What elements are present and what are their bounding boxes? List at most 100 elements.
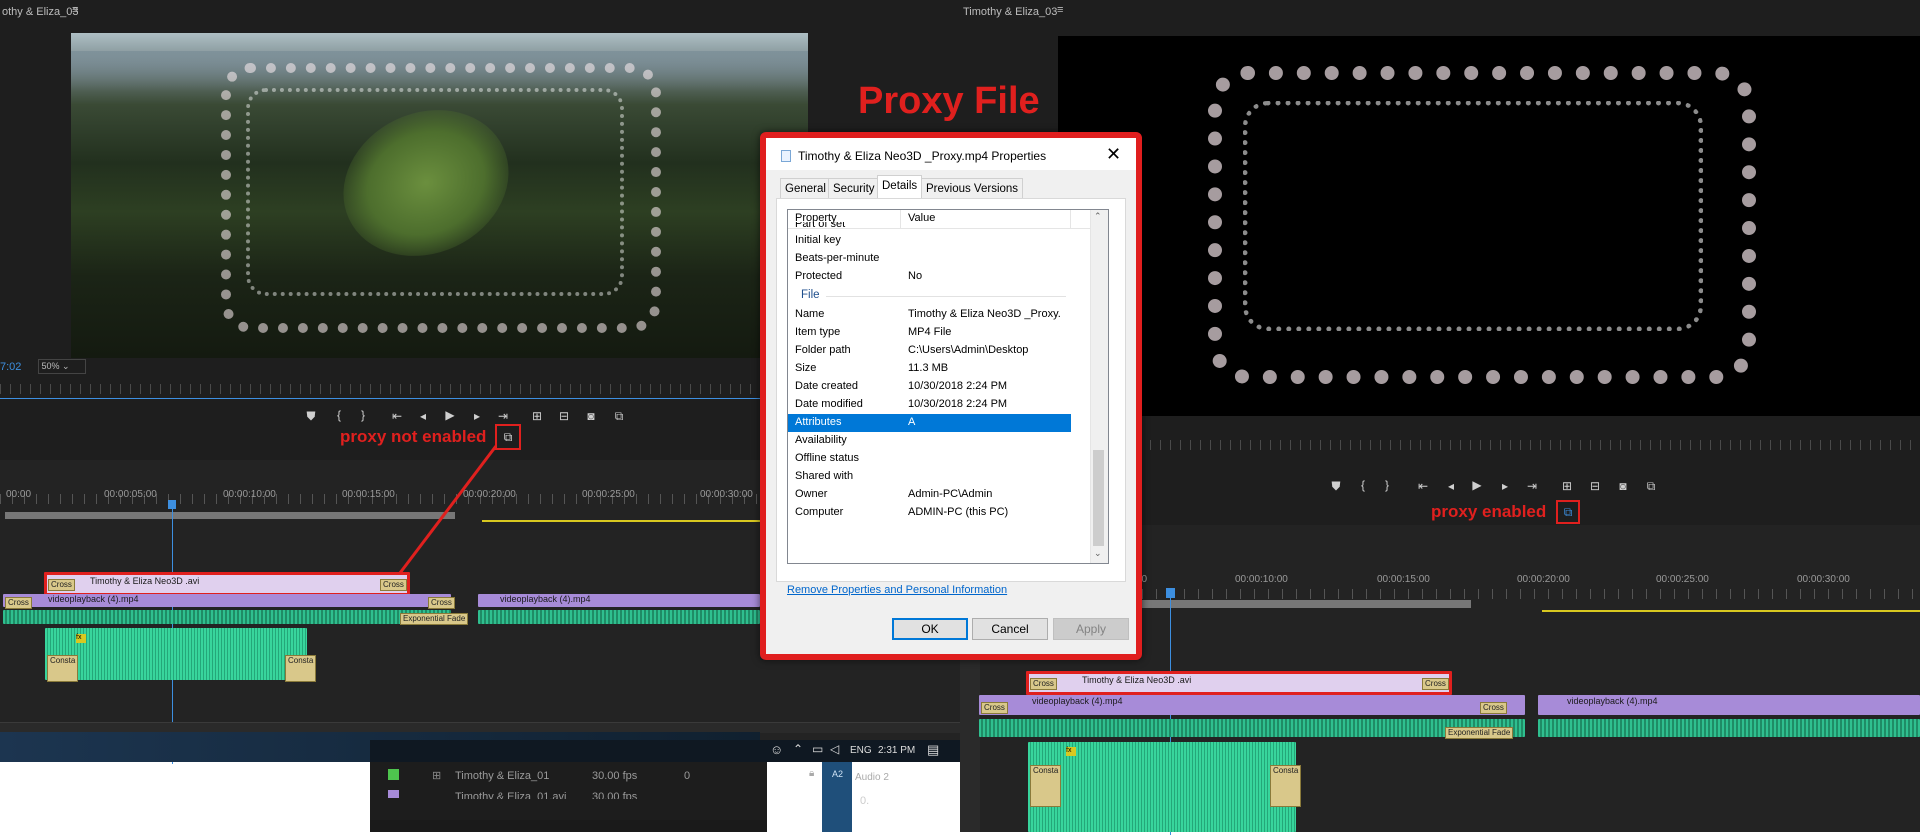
property-value: Admin-PC\Admin xyxy=(908,488,993,500)
sequence-icon: ⊞ xyxy=(432,770,442,782)
list-item[interactable]: Item type MP4 File xyxy=(788,324,1108,342)
property-key: Beats-per-minute xyxy=(795,252,880,264)
list-item[interactable]: Size 11.3 MB xyxy=(788,360,1108,378)
list-item[interactable]: Folder path C:\Users\Admin\Desktop xyxy=(788,342,1108,360)
fx-badge: fx xyxy=(1066,747,1076,756)
go-to-in-icon[interactable]: ⇤ xyxy=(1414,479,1432,493)
volume-icon[interactable]: ◁ xyxy=(830,742,839,756)
scroll-thumb[interactable] xyxy=(1093,450,1104,546)
toggle-proxy-button[interactable]: ⧉ xyxy=(1556,500,1580,524)
a1-clip-b[interactable] xyxy=(1538,719,1920,737)
right-video-frame xyxy=(1058,36,1920,416)
language-indicator[interactable]: ENG xyxy=(850,745,872,756)
property-value: No xyxy=(908,270,923,282)
playhead-head[interactable] xyxy=(1166,588,1175,598)
v2-clip-b-label: videoplayback (4).mp4 xyxy=(1567,696,1658,706)
property-key: Date created xyxy=(795,380,858,392)
list-item[interactable]: Beats-per-minute xyxy=(788,250,1108,268)
list-item[interactable]: Availability xyxy=(788,432,1108,450)
apply-button[interactable]: Apply xyxy=(1053,618,1129,640)
mark-out-icon[interactable]: } xyxy=(1378,478,1396,492)
camera-icon[interactable]: ◙ xyxy=(1614,479,1632,493)
people-icon[interactable]: ☺ xyxy=(770,742,783,757)
property-key: Part of set xyxy=(795,222,846,230)
property-value: ADMIN-PC (this PC) xyxy=(908,506,1009,518)
section-title: File xyxy=(801,289,820,301)
dialog-title: Timothy & Eliza Neo3D _Proxy.mp4 Propert… xyxy=(798,149,1047,163)
property-value: 10/30/2018 2:24 PM xyxy=(908,398,1008,410)
project-item-name[interactable]: Timothy & Eliza_01.avi xyxy=(455,791,566,799)
notification-icon[interactable]: ▤ xyxy=(927,742,939,758)
list-item[interactable]: Initial key xyxy=(788,232,1108,250)
details-list: Property Value Part of set Initial key B… xyxy=(787,209,1109,564)
list-item[interactable]: Offline status xyxy=(788,450,1108,468)
button-editor-icon[interactable]: ⧉ xyxy=(1642,479,1660,494)
tab-previous-versions[interactable]: Previous Versions xyxy=(921,178,1024,200)
audio-track-value: 0. xyxy=(860,795,870,807)
property-key: Shared with xyxy=(795,470,854,482)
clock[interactable]: 2:31 PM xyxy=(878,745,915,756)
property-key: Owner xyxy=(795,488,828,500)
list-item[interactable]: Part of set xyxy=(788,222,1108,230)
property-key: Offline status xyxy=(795,452,859,464)
property-key: Size xyxy=(795,362,817,374)
tab-security[interactable]: Security xyxy=(828,178,880,200)
section-header: File xyxy=(788,287,1108,305)
list-item[interactable]: Protected No xyxy=(788,268,1108,286)
property-key: Date modified xyxy=(795,398,863,410)
render-bar-yellow xyxy=(1542,610,1920,612)
lift-icon[interactable]: ⊞ xyxy=(1558,479,1576,493)
list-item[interactable]: Date created 10/30/2018 2:24 PM xyxy=(788,378,1108,396)
go-to-out-icon[interactable]: ⇥ xyxy=(1523,479,1541,493)
ruler-label: 00:00:25:00 xyxy=(1656,574,1709,585)
ruler-label: 00:00:10:00 xyxy=(1235,574,1288,585)
project-item-count: 0 xyxy=(684,770,691,782)
cross-tag: Cross xyxy=(1480,702,1507,714)
exp-fade-tag: Exponential Fade xyxy=(1445,727,1514,739)
project-bottom-toolbar xyxy=(370,820,767,832)
proxy-enabled-label: proxy enabled xyxy=(1431,502,1547,521)
file-icon xyxy=(781,150,791,162)
lock-icon[interactable]: 🔒︎ xyxy=(809,768,814,779)
ruler-label: 00:00:20:00 xyxy=(1517,574,1570,585)
close-icon[interactable]: ✕ xyxy=(1106,144,1121,165)
list-item[interactable]: Computer ADMIN-PC (this PC) xyxy=(788,504,1108,522)
section-divider xyxy=(826,296,1066,297)
remove-properties-link[interactable]: Remove Properties and Personal Informati… xyxy=(787,584,1007,596)
scroll-up-icon[interactable]: ⌃ xyxy=(1094,211,1102,222)
tab-general[interactable]: General xyxy=(780,178,831,200)
tab-details[interactable]: Details xyxy=(877,175,923,199)
marker-icon[interactable]: ⛊ xyxy=(1327,479,1345,494)
play-icon[interactable]: ▶ xyxy=(1468,478,1486,492)
list-item[interactable]: Owner Admin-PC\Admin xyxy=(788,486,1108,504)
v2-clip-a-label: videoplayback (4).mp4 xyxy=(1032,696,1123,706)
properties-dialog: Timothy & Eliza Neo3D _Proxy.mp4 Propert… xyxy=(760,132,1142,660)
ok-button[interactable]: OK xyxy=(892,618,968,640)
property-value: 10/30/2018 2:24 PM xyxy=(908,380,1008,392)
v3-clip-label: Timothy & Eliza Neo3D .avi xyxy=(1082,675,1192,685)
ruler-label: 00:00:30:00 xyxy=(1797,574,1850,585)
step-back-icon[interactable]: ◂ xyxy=(1442,479,1460,493)
a1-clip-a[interactable] xyxy=(979,719,1525,737)
scroll-down-icon[interactable]: ⌄ xyxy=(1094,548,1102,559)
ruler-label: 00:00:15:00 xyxy=(1377,574,1430,585)
property-key: Initial key xyxy=(795,234,841,246)
list-item[interactable]: Shared with xyxy=(788,468,1108,486)
property-key: Folder path xyxy=(795,344,851,356)
audio-track-name: Audio 2 xyxy=(855,772,889,783)
chevron-up-icon[interactable]: ⌃ xyxy=(793,742,803,756)
cross-tag: Cross xyxy=(981,702,1008,714)
mark-in-icon[interactable]: { xyxy=(1354,478,1372,492)
network-icon[interactable]: ▭ xyxy=(812,742,823,756)
sparkle-frame-inner xyxy=(1243,101,1703,331)
project-item-name[interactable]: Timothy & Eliza_01 xyxy=(455,770,549,782)
property-value: 11.3 MB xyxy=(908,362,949,374)
extract-icon[interactable]: ⊟ xyxy=(1586,479,1604,493)
step-forward-icon[interactable]: ▸ xyxy=(1496,479,1514,493)
cancel-button[interactable]: Cancel xyxy=(972,618,1048,640)
list-item[interactable]: Name Timothy & Eliza Neo3D _Proxy. xyxy=(788,306,1108,324)
menu-icon[interactable]: ≡ xyxy=(1057,4,1063,16)
list-item[interactable]: Date modified 10/30/2018 2:24 PM xyxy=(788,396,1108,414)
property-key: Computer xyxy=(795,506,844,518)
list-item-selected[interactable]: Attributes A xyxy=(788,414,1071,432)
